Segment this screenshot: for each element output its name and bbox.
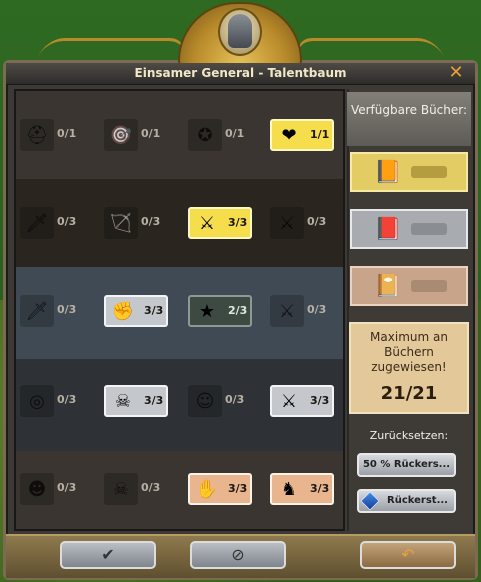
- talent-slot[interactable]: ☺ 0/3: [188, 385, 252, 417]
- talent-slot[interactable]: ★ 2/3: [188, 295, 252, 327]
- available-header: [347, 92, 471, 146]
- talent-points: 0/1: [141, 127, 161, 140]
- talent-row: ☻ 0/3 ☠ 0/3 ✋ 3/3 ♞ 3/3: [16, 469, 343, 509]
- talent-points: 3/3: [310, 394, 330, 407]
- talent-slot[interactable]: ☠ 0/3: [104, 473, 168, 505]
- crest-scroll-left: [35, 38, 190, 64]
- horse-icon: ♞: [280, 478, 298, 500]
- gold-book-slot[interactable]: 📙: [350, 152, 468, 192]
- talent-slot[interactable]: ◎ 0/3: [20, 385, 84, 417]
- reset-full-label: Rückerst...: [387, 495, 448, 506]
- talent-points: 0/3: [307, 215, 327, 228]
- talent-slot[interactable]: ⚔ 0/3: [270, 295, 334, 327]
- crossed-swords-clock-icon: ⚔: [270, 207, 304, 239]
- talent-slot[interactable]: 🎯 0/1: [104, 119, 168, 151]
- talent-row: 🗡 0/3 🏹 0/3 ⚔ 3/3 ⚔ 0/3: [16, 203, 343, 243]
- talent-points: 3/3: [310, 482, 330, 495]
- helmet-icon: ⛑: [20, 119, 54, 151]
- window-title: Einsamer General - Talentbaum: [134, 66, 347, 80]
- crossed-swords-blue-icon: ⚔: [270, 295, 304, 327]
- bronze-book-icon: 📔: [374, 273, 402, 299]
- star-plus-icon: ✪: [188, 119, 222, 151]
- crossed-swords-plus-icon: ⚔: [198, 212, 216, 234]
- talent-slot[interactable]: 🗡 0/3: [20, 207, 84, 239]
- reset-half-button[interactable]: 50 % Rückers...: [357, 453, 456, 477]
- talent-tree: ⛑ 0/1 🎯 0/1 ✪ 0/1 ❤ 1/1 🗡 0/3 🏹 0/3 ⚔ 3/3 ⚔ 0/3 🗡 0/3 ✊ 3/3…: [14, 89, 345, 531]
- available-books-label: Verfügbare Bücher:: [350, 103, 468, 117]
- talent-slot[interactable]: ☻ 0/3: [20, 473, 84, 505]
- crest-scroll-right: [292, 38, 447, 64]
- crossed-swords-shield-icon: ⚔: [280, 390, 298, 412]
- talent-slot[interactable]: ♞ 3/3: [270, 473, 334, 505]
- cancel-icon: ⊘: [231, 545, 245, 564]
- talent-points: 3/3: [144, 394, 164, 407]
- bow-skull-icon: ☠: [104, 473, 138, 505]
- cancel-button[interactable]: ⊘: [190, 541, 286, 569]
- sword-shield-icon: 🗡: [20, 207, 54, 239]
- talent-points: 0/3: [141, 481, 161, 494]
- talent-slot[interactable]: ⚔ 3/3: [270, 385, 334, 417]
- undo-button[interactable]: ↶: [360, 541, 456, 569]
- talent-points: 0/3: [57, 393, 77, 406]
- gem-icon: [360, 491, 380, 511]
- game-scene: Einsamer General - Talentbaum ✕ ⛑ 0/1 🎯 0/1…: [0, 0, 481, 582]
- talent-slot[interactable]: 🗡 0/3: [20, 295, 84, 327]
- bronze-book-count-hidden: [411, 280, 448, 292]
- talent-slot[interactable]: ✪ 0/1: [188, 119, 252, 151]
- musketeer-icon: ☻: [20, 473, 54, 505]
- undo-icon: ↶: [401, 545, 415, 564]
- talent-points: 1/1: [310, 128, 330, 141]
- talent-points: 2/3: [228, 304, 248, 317]
- talent-slot[interactable]: ⚔ 3/3: [188, 207, 252, 239]
- talent-row: ⛑ 0/1 🎯 0/1 ✪ 0/1 ❤ 1/1: [16, 115, 343, 155]
- max-books-label: Maximum an Büchern zugewiesen!: [370, 330, 448, 374]
- talent-points: 3/3: [228, 216, 248, 229]
- talent-slot[interactable]: ❤ 1/1: [270, 119, 334, 151]
- talent-row: ◎ 0/3 ☠ 3/3 ☺ 0/3 ⚔ 3/3: [16, 381, 343, 421]
- talent-points: 0/1: [225, 127, 245, 140]
- talent-slot[interactable]: 🏹 0/3: [104, 207, 168, 239]
- checkmark-icon: ✔: [101, 545, 115, 564]
- max-books-count: 21/21: [380, 383, 438, 404]
- talent-points: 0/3: [307, 303, 327, 316]
- general-helmet-icon: [228, 14, 252, 48]
- gold-book-count-hidden: [411, 166, 448, 178]
- green-star-plus-icon: ★: [198, 300, 216, 322]
- talent-points: 0/3: [57, 481, 77, 494]
- talent-slot[interactable]: ✊ 3/3: [104, 295, 168, 327]
- talent-row: 🗡 0/3 ✊ 3/3 ★ 2/3 ⚔ 0/3: [16, 291, 343, 331]
- soldier-plus-icon: ☺: [188, 385, 222, 417]
- merchant-target-icon: 🎯: [104, 119, 138, 151]
- talent-points: 0/3: [141, 215, 161, 228]
- gold-book-icon: 📙: [374, 159, 402, 185]
- reset-label: Zurücksetzen:: [369, 429, 449, 442]
- silver-book-icon: 📕: [374, 216, 402, 242]
- talent-points: 0/3: [57, 215, 77, 228]
- talent-points: 3/3: [228, 482, 248, 495]
- talent-points: 0/1: [57, 127, 77, 140]
- talent-points: 0/3: [57, 303, 77, 316]
- archer-plus-icon: 🏹: [104, 207, 138, 239]
- talent-slot[interactable]: ⚔ 0/3: [270, 207, 334, 239]
- fist-icon: ✊: [111, 300, 135, 322]
- heart-icon: ❤: [281, 124, 297, 146]
- dagger-shield-icon: 🗡: [20, 295, 54, 327]
- silver-book-slot[interactable]: 📕: [350, 209, 468, 249]
- talent-points: 0/3: [225, 393, 245, 406]
- talent-slot[interactable]: ☠ 3/3: [104, 385, 168, 417]
- talent-slot[interactable]: ⛑ 0/1: [20, 119, 84, 151]
- close-button[interactable]: ✕: [446, 63, 466, 83]
- bronze-book-slot[interactable]: 📔: [350, 266, 468, 306]
- silver-book-count-hidden: [411, 223, 448, 235]
- target-arrow-icon: ◎: [20, 385, 54, 417]
- talent-slot[interactable]: ✋ 3/3: [188, 473, 252, 505]
- reset-full-button[interactable]: Rückerst...: [357, 489, 456, 513]
- confirm-button[interactable]: ✔: [60, 541, 156, 569]
- talent-points: 3/3: [144, 304, 164, 317]
- healing-hand-icon: ✋: [195, 478, 219, 500]
- skull-heart-icon: ☠: [114, 390, 132, 412]
